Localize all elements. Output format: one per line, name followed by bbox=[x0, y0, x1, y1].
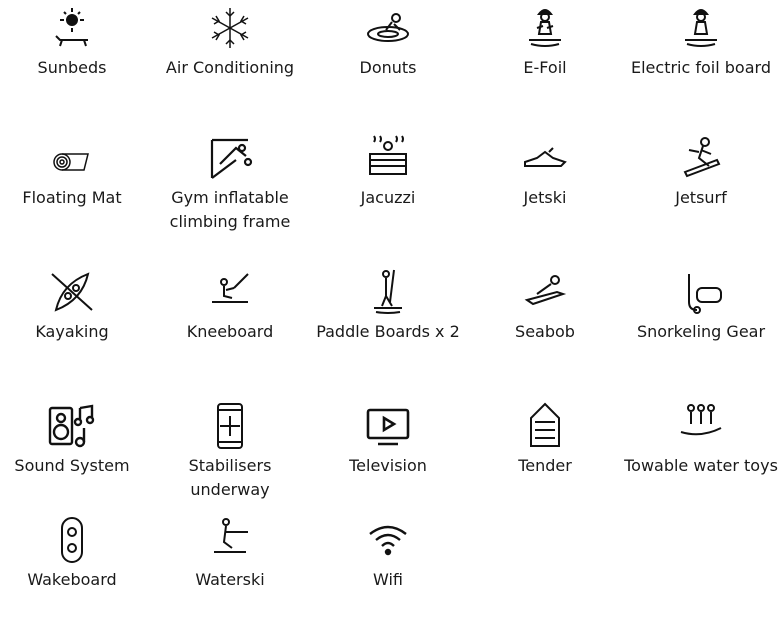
amenity-wifi: Wifi bbox=[308, 518, 468, 592]
amenity-label: Floating Mat bbox=[22, 188, 122, 207]
amenity-sound-system: Sound System bbox=[0, 404, 152, 478]
kayak-icon bbox=[48, 270, 96, 314]
amenity-label: Towable water toys bbox=[624, 456, 778, 475]
amenity-label: E-Foil bbox=[523, 58, 567, 77]
amenity-stabilisers: Stabilisers underway bbox=[150, 404, 310, 502]
amenity-label: Jetski bbox=[523, 188, 567, 207]
amenity-label: Jacuzzi bbox=[360, 188, 416, 207]
towable-banana-icon bbox=[677, 404, 725, 448]
jetsurf-icon bbox=[677, 136, 725, 180]
amenity-label: Wifi bbox=[373, 570, 403, 589]
amenities-grid: Sunbeds Air Conditioning Donuts E-Foil E… bbox=[0, 0, 780, 628]
amenity-label: Seabob bbox=[515, 322, 575, 341]
amenity-label: Sound System bbox=[14, 456, 130, 475]
amenity-label: Paddle Boards x 2 bbox=[316, 322, 460, 341]
amenity-label: Gym inflatable climbing frame bbox=[169, 188, 291, 231]
amenity-jetsurf: Jetsurf bbox=[621, 136, 780, 210]
snorkel-icon bbox=[677, 270, 725, 314]
amenity-e-foil: E-Foil bbox=[465, 6, 625, 80]
amenity-towable-toys: Towable water toys bbox=[621, 404, 780, 478]
amenity-label: Air Conditioning bbox=[165, 58, 295, 77]
amenity-wakeboard: Wakeboard bbox=[0, 518, 152, 592]
jetski-icon bbox=[521, 136, 569, 180]
climbing-frame-icon bbox=[206, 136, 254, 180]
amenity-kneeboard: Kneeboard bbox=[150, 270, 310, 344]
wifi-icon bbox=[364, 518, 412, 562]
amenity-gym-climbing-frame: Gym inflatable climbing frame bbox=[150, 136, 310, 234]
electric-foil-board-icon bbox=[677, 6, 725, 50]
amenity-label: Waterski bbox=[195, 570, 265, 589]
amenity-snorkeling-gear: Snorkeling Gear bbox=[621, 270, 780, 344]
amenity-electric-foil-board: Electric foil board bbox=[621, 6, 780, 80]
amenity-jetski: Jetski bbox=[465, 136, 625, 210]
amenity-sunbeds: Sunbeds bbox=[0, 6, 152, 80]
tender-boat-icon bbox=[521, 404, 569, 448]
waterski-icon bbox=[206, 518, 254, 562]
amenity-label: Stabilisers underway bbox=[188, 456, 272, 499]
amenity-label: Tender bbox=[518, 456, 572, 475]
kneeboard-icon bbox=[206, 270, 254, 314]
wakeboard-icon bbox=[48, 518, 96, 562]
amenity-jacuzzi: Jacuzzi bbox=[308, 136, 468, 210]
amenity-television: Television bbox=[308, 404, 468, 478]
amenity-label: Television bbox=[349, 456, 427, 475]
amenity-label: Kayaking bbox=[35, 322, 109, 341]
amenity-label: Jetsurf bbox=[675, 188, 727, 207]
amenity-paddle-boards: Paddle Boards x 2 bbox=[308, 270, 468, 344]
amenity-air-conditioning: Air Conditioning bbox=[150, 6, 310, 80]
snowflake-icon bbox=[206, 6, 254, 50]
jacuzzi-icon bbox=[364, 136, 412, 180]
amenity-tender: Tender bbox=[465, 404, 625, 478]
sunbed-icon bbox=[48, 6, 96, 50]
floating-mat-icon bbox=[48, 136, 96, 180]
amenity-label: Electric foil board bbox=[631, 58, 771, 77]
paddle-board-icon bbox=[364, 270, 412, 314]
television-icon bbox=[364, 404, 412, 448]
donut-tube-icon bbox=[364, 6, 412, 50]
speaker-icon bbox=[48, 404, 96, 448]
amenity-kayaking: Kayaking bbox=[0, 270, 152, 344]
amenity-waterski: Waterski bbox=[150, 518, 310, 592]
amenity-label: Wakeboard bbox=[27, 570, 117, 589]
efoil-icon bbox=[521, 6, 569, 50]
amenity-label: Kneeboard bbox=[186, 322, 274, 341]
stabiliser-phone-icon bbox=[206, 404, 254, 448]
seabob-icon bbox=[521, 270, 569, 314]
amenity-seabob: Seabob bbox=[465, 270, 625, 344]
amenity-label: Sunbeds bbox=[37, 58, 107, 77]
amenity-floating-mat: Floating Mat bbox=[0, 136, 152, 210]
amenity-label: Donuts bbox=[359, 58, 417, 77]
amenity-label: Snorkeling Gear bbox=[636, 322, 766, 341]
amenity-donuts: Donuts bbox=[308, 6, 468, 80]
